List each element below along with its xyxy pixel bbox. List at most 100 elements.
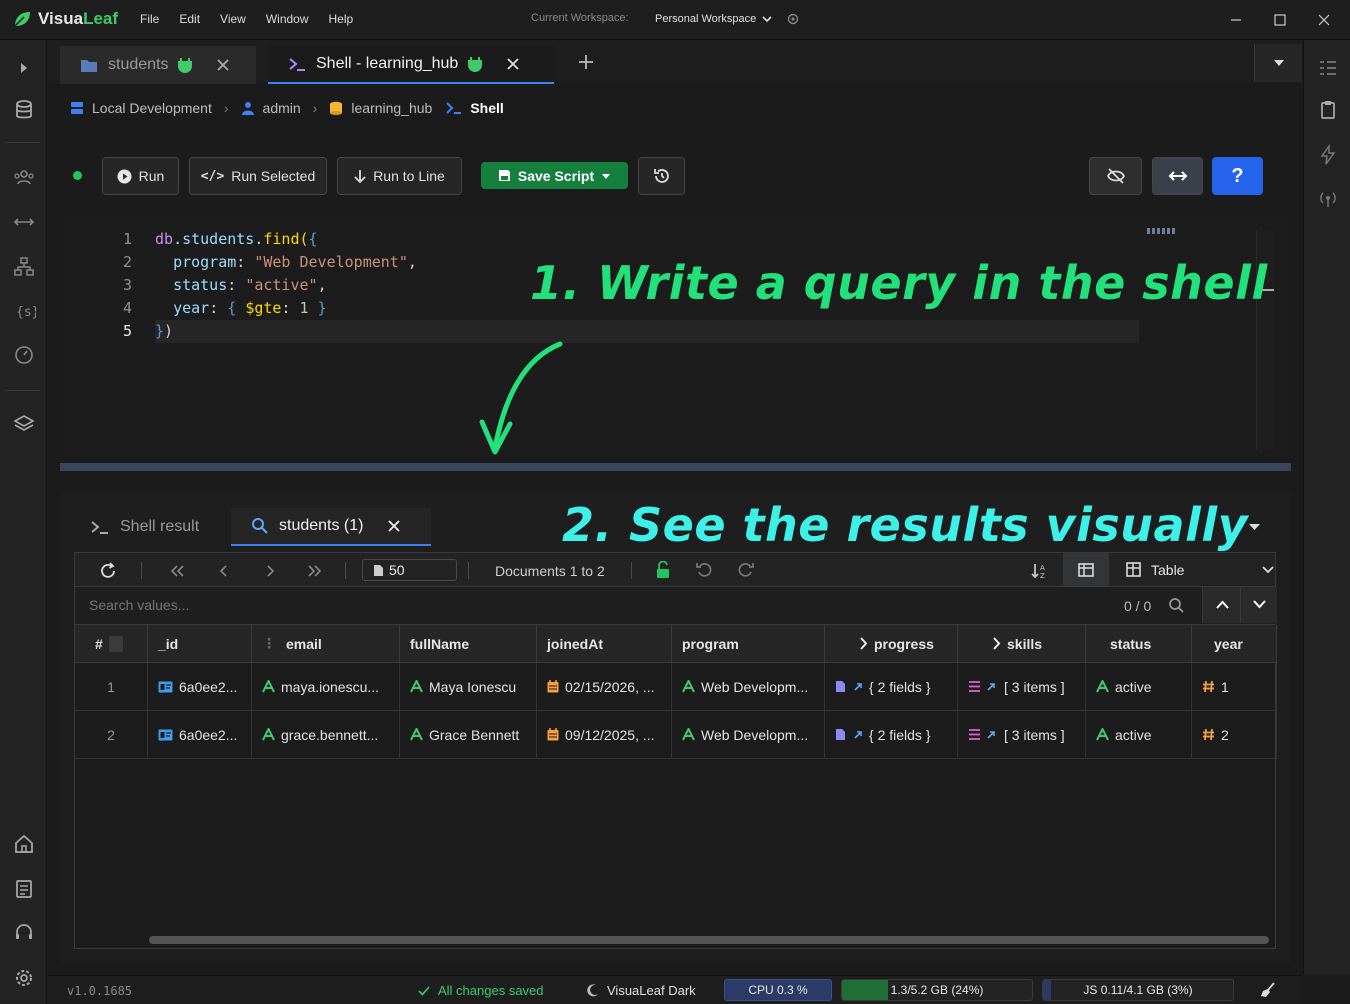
column-header-email[interactable]: ⋮ email: [252, 625, 400, 663]
theme-selector[interactable]: VisuaLeaf Dark: [587, 983, 696, 998]
tab-students[interactable]: students: [60, 46, 256, 84]
tab-overflow-button[interactable]: [1254, 44, 1302, 82]
close-tab-icon[interactable]: [216, 58, 230, 72]
broadcast-icon[interactable]: [1316, 187, 1340, 211]
cell-year[interactable]: 2: [1192, 711, 1277, 759]
clipboard-icon[interactable]: [1316, 98, 1340, 122]
search-icon[interactable]: [1168, 597, 1185, 614]
column-header-year[interactable]: year: [1192, 625, 1277, 663]
search-prev-button[interactable]: [1202, 587, 1240, 623]
next-page-icon[interactable]: [262, 563, 278, 579]
code-line[interactable]: status: "active",: [155, 276, 327, 294]
unlock-icon[interactable]: [656, 561, 670, 579]
code-line[interactable]: year: { $gte: 1 }: [155, 299, 327, 317]
run-to-line-button[interactable]: Run to Line: [337, 157, 462, 195]
menu-edit[interactable]: Edit: [179, 12, 200, 26]
cell-program[interactable]: Web Developm...: [672, 663, 825, 711]
redo-icon[interactable]: [737, 562, 754, 579]
cell-email[interactable]: maya.ionescu...: [252, 663, 400, 711]
splitter[interactable]: [60, 463, 1291, 471]
cell-email[interactable]: grace.bennett...: [252, 711, 400, 759]
search-values-input[interactable]: [75, 587, 1115, 623]
row-number-cell[interactable]: 1: [75, 663, 148, 711]
breadcrumb-connection[interactable]: Local Development: [92, 100, 212, 116]
menu-view[interactable]: View: [220, 12, 246, 26]
refresh-icon[interactable]: [99, 562, 117, 580]
cell-id[interactable]: 6a0ee2...: [148, 663, 252, 711]
expand-sidebar-icon[interactable]: [12, 56, 36, 80]
tasks-icon[interactable]: [1316, 56, 1340, 80]
users-icon[interactable]: [12, 166, 36, 190]
maximize-icon[interactable]: [1270, 10, 1290, 30]
column-header-id[interactable]: _id: [148, 625, 252, 663]
first-page-icon[interactable]: [169, 563, 185, 579]
code-line[interactable]: }): [155, 322, 173, 340]
performance-icon[interactable]: [12, 343, 36, 367]
minimize-icon[interactable]: [1226, 10, 1246, 30]
menu-file[interactable]: File: [140, 12, 159, 26]
code-editor[interactable]: 1 2 3 4 5 db.students.find({ program: "W…: [60, 210, 1290, 460]
cell-joinedat[interactable]: 02/15/2026, ...: [537, 663, 672, 711]
code-line[interactable]: db.students.find({: [155, 230, 318, 248]
code-line[interactable]: program: "Web Development",: [155, 253, 417, 271]
cell-fullname[interactable]: Maya Ionescu: [400, 663, 537, 711]
cell-id[interactable]: 6a0ee2...: [148, 711, 252, 759]
column-header-program[interactable]: program: [672, 625, 825, 663]
tab-shell[interactable]: Shell - learning_hub: [268, 46, 554, 84]
search-next-button[interactable]: [1240, 587, 1277, 623]
last-page-icon[interactable]: [307, 563, 323, 579]
cell-joinedat[interactable]: 09/12/2025, ...: [537, 711, 672, 759]
column-header-joinedat[interactable]: joinedAt: [537, 625, 672, 663]
column-header-progress[interactable]: progress: [825, 625, 958, 663]
prev-page-icon[interactable]: [216, 563, 232, 579]
functions-icon[interactable]: {s}: [12, 299, 36, 323]
save-script-button[interactable]: Save Script: [481, 162, 628, 189]
lightning-icon[interactable]: [1316, 143, 1340, 167]
cell-status[interactable]: active: [1086, 663, 1192, 711]
expand-width-button[interactable]: [1152, 157, 1203, 195]
run-selected-button[interactable]: </> Run Selected: [189, 157, 327, 195]
cell-year[interactable]: 1: [1192, 663, 1277, 711]
cell-fullname[interactable]: Grace Bennett: [400, 711, 537, 759]
cell-skills[interactable]: [ 3 items ]: [958, 663, 1086, 711]
tab-students-result[interactable]: students (1): [231, 508, 431, 546]
home-icon[interactable]: [12, 832, 36, 856]
workspace-selector[interactable]: Personal Workspace: [655, 12, 800, 26]
compare-icon[interactable]: [12, 210, 36, 234]
breadcrumb-user[interactable]: admin: [263, 100, 301, 116]
gear-icon[interactable]: [786, 12, 800, 26]
column-header-index[interactable]: #: [75, 625, 148, 663]
close-tab-icon[interactable]: [506, 57, 520, 71]
caret-down-icon[interactable]: [1248, 522, 1261, 532]
column-header-skills[interactable]: skills: [958, 625, 1086, 663]
page-size-input[interactable]: 50: [362, 559, 457, 581]
schema-icon[interactable]: [12, 255, 36, 279]
columns-toggle[interactable]: [1063, 553, 1109, 586]
undo-icon[interactable]: [696, 562, 713, 579]
settings-icon[interactable]: [12, 966, 36, 990]
run-button[interactable]: Run: [102, 157, 179, 195]
layers-icon[interactable]: [12, 412, 36, 436]
database-icon[interactable]: [12, 98, 36, 122]
support-icon[interactable]: [12, 921, 36, 945]
hide-button[interactable]: [1089, 157, 1142, 195]
tab-shell-result[interactable]: Shell result: [90, 508, 199, 546]
cell-progress[interactable]: { 2 fields }: [825, 663, 958, 711]
row-number-cell[interactable]: 2: [75, 711, 148, 759]
menu-window[interactable]: Window: [266, 12, 309, 26]
cell-program[interactable]: Web Developm...: [672, 711, 825, 759]
view-mode-select[interactable]: Table: [1109, 553, 1277, 586]
menu-help[interactable]: Help: [329, 12, 354, 26]
close-window-icon[interactable]: [1314, 10, 1334, 30]
breadcrumb-database[interactable]: learning_hub: [351, 100, 432, 116]
cell-status[interactable]: active: [1086, 711, 1192, 759]
horizontal-scrollbar[interactable]: [149, 936, 1269, 944]
column-header-status[interactable]: status: [1086, 625, 1192, 663]
broom-icon[interactable]: [1260, 982, 1276, 998]
cell-progress[interactable]: { 2 fields }: [825, 711, 958, 759]
cell-skills[interactable]: [ 3 items ]: [958, 711, 1086, 759]
sort-icon[interactable]: AZ: [1031, 562, 1049, 579]
close-tab-icon[interactable]: [387, 519, 401, 533]
column-header-fullname[interactable]: fullName: [400, 625, 537, 663]
history-button[interactable]: [638, 157, 685, 195]
